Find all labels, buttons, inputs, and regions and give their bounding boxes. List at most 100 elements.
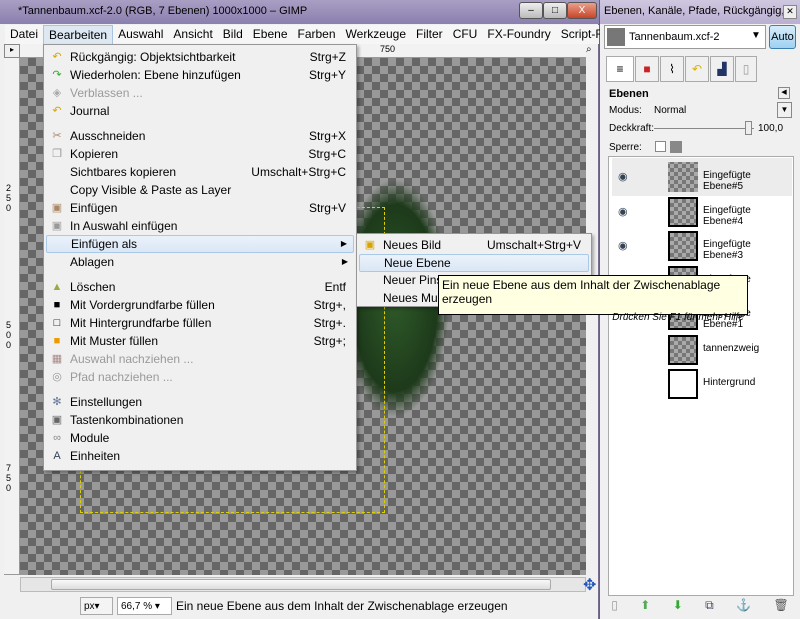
unit-select[interactable]: px▾ (80, 597, 113, 615)
anchor-layer-icon[interactable]: ⚓ (736, 598, 751, 619)
eye-icon[interactable]: ◉ (618, 239, 628, 252)
scrollbar-thumb[interactable] (51, 579, 551, 590)
tab-layers[interactable]: ≡ (606, 56, 634, 82)
layer-row[interactable]: tannenzweig (612, 331, 792, 369)
paths-icon: ⌇ (669, 62, 675, 76)
layer-name[interactable]: Hintergrund (703, 377, 755, 388)
mode-dropdown-button[interactable]: ▼ (777, 102, 792, 118)
auto-button[interactable]: Auto (769, 25, 796, 49)
menu-item-shortcut: Strg+. (313, 316, 346, 330)
menu-item-journal[interactable]: ↶ Journal (46, 102, 354, 120)
menu-item-label: Mit Muster füllen (70, 334, 159, 348)
submenu-item-neues-bild[interactable]: ▣ Neues Bild Umschalt+Strg+V (359, 236, 589, 254)
menu-item-label: Einfügen (70, 201, 118, 215)
menu-datei[interactable]: Datei (5, 25, 43, 44)
layer-name[interactable]: tannenzweig (703, 343, 759, 354)
menu-item-shortcut: Umschalt+Strg+V (486, 238, 581, 252)
tab-channels[interactable]: ■ (635, 56, 659, 82)
layer-name[interactable]: Eingefügte Ebene#4 (703, 205, 792, 227)
submenu-arrow-icon: ▶ (340, 239, 347, 248)
menu-item-mit-hintergrundfarbe-füllen[interactable]: □ Mit Hintergrundfarbe füllen Strg+. (46, 314, 354, 332)
zoom-window-icon[interactable]: ⌕ (586, 44, 598, 58)
opacity-slider-handle[interactable] (745, 121, 752, 135)
layer-name[interactable]: Eingefügte Ebene#3 (703, 239, 792, 261)
horizontal-scrollbar[interactable] (20, 577, 586, 592)
zoom-select[interactable]: 66,7 % ▾ (117, 597, 172, 615)
menu-auswahl[interactable]: Auswahl (113, 25, 168, 44)
edit-menu: ↶ Rückgängig: Objektsichtbarkeit Strg+Z ↷ Wi… (43, 44, 357, 471)
tab-histogram[interactable]: ▟ (710, 56, 734, 82)
panel-menu-button[interactable]: ◀ (778, 87, 790, 99)
menu-item-sichtbares-kopieren[interactable]: Sichtbares kopieren Umschalt+Strg+C (46, 163, 354, 181)
menu-item-rückgängig-objektsichtbarkeit[interactable]: ↶ Rückgängig: Objektsichtbarkeit Strg+Z (46, 48, 354, 66)
menu-item-einfügen[interactable]: ▣ Einfügen Strg+V (46, 199, 354, 217)
opacity-slider[interactable] (654, 128, 754, 129)
menu-fx-foundry[interactable]: FX-Foundry (482, 25, 555, 44)
menu-item-ablagen[interactable]: Ablagen ▶ (46, 253, 354, 271)
new-layer-icon[interactable]: ▯ (611, 598, 618, 619)
layer-row[interactable]: ◉ Eingefügte Ebene#4 (612, 193, 792, 231)
image-select[interactable]: Tannenbaum.xcf-2 ▼ (604, 25, 766, 49)
menu-item-pfad-nachziehen[interactable]: ◎ Pfad nachziehen ... (46, 368, 354, 386)
menu-ebene[interactable]: Ebene (248, 25, 293, 44)
menu-item-einstellungen[interactable]: ✻ Einstellungen (46, 393, 354, 411)
menu-filter[interactable]: Filter (411, 25, 448, 44)
menu-item-löschen[interactable]: ▲ Löschen Entf (46, 278, 354, 296)
layer-row[interactable]: Hintergrund (612, 365, 792, 403)
tab-undo[interactable]: ↶ (685, 56, 709, 82)
menu-item-ausschneiden[interactable]: ✂ Ausschneiden Strg+X (46, 127, 354, 145)
tab-document[interactable]: ▯ (735, 56, 757, 82)
layer-thumbnail (668, 369, 698, 399)
tab-paths[interactable]: ⌇ (660, 56, 684, 82)
menu-item-wiederholen-ebene-hinzufügen[interactable]: ↷ Wiederholen: Ebene hinzufügen Strg+Y (46, 66, 354, 84)
menu-item-kopieren[interactable]: ❐ Kopieren Strg+C (46, 145, 354, 163)
submenu-item-neue-ebene[interactable]: Neue Ebene (359, 253, 589, 272)
menu-item-auswahl-nachziehen[interactable]: ▦ Auswahl nachziehen ... (46, 350, 354, 368)
delete-layer-icon[interactable]: 🗑 (774, 598, 789, 619)
lower-layer-icon[interactable]: ⬇ (673, 598, 683, 619)
image-thumbnail (607, 28, 625, 46)
menu-item-einfügen-als[interactable]: Einfügen als ▶ (46, 235, 354, 253)
redo-icon: ↷ (52, 69, 62, 81)
tooltip-text: Ein neue Ebene aus dem Inhalt der Zwisch… (442, 278, 721, 306)
lock-alpha-icon[interactable] (670, 141, 682, 153)
menu-farben[interactable]: Farben (293, 25, 341, 44)
vertical-ruler[interactable]: 250 500 750 (4, 58, 20, 575)
minimize-button[interactable]: – (519, 2, 543, 19)
lock-pixels-checkbox[interactable] (655, 141, 666, 152)
menu-werkzeuge[interactable]: Werkzeuge (341, 25, 411, 44)
layer-row[interactable]: ◉ Eingefügte Ebene#5 (612, 158, 792, 196)
quick-mask-menu-button[interactable]: ▸ (4, 44, 20, 58)
menu-item-mit-muster-füllen[interactable]: ■ Mit Muster füllen Strg+; (46, 332, 354, 350)
status-bar: px▾ 66,7 % ▾ Ein neue Ebene aus dem Inha… (0, 592, 598, 619)
menu-item-shortcut: Strg+X (308, 129, 346, 143)
menu-item-einheiten[interactable]: A Einheiten (46, 447, 354, 465)
dock-close-button[interactable]: ✕ (783, 5, 797, 19)
eye-icon[interactable]: ◉ (618, 170, 628, 183)
menu-item-verblassen[interactable]: ◈ Verblassen ... (46, 84, 354, 102)
zoom-value: 66,7 % (121, 601, 153, 612)
menu-item-in-auswahl-einfügen[interactable]: ▣ In Auswahl einfügen (46, 217, 354, 235)
raise-layer-icon[interactable]: ⬆ (640, 598, 650, 619)
menu-item-tastenkombinationen[interactable]: ▣ Tastenkombinationen (46, 411, 354, 429)
opacity-label: Deckkraft: (609, 123, 655, 134)
maximize-button[interactable]: □ (543, 2, 567, 19)
menu-item-label: Sichtbares kopieren (70, 165, 177, 179)
menu-item-copy-visible-paste-as-layer[interactable]: Copy Visible & Paste as Layer (46, 181, 354, 199)
menu-cfu[interactable]: CFU (448, 25, 483, 44)
opacity-value[interactable]: 100,0 (758, 123, 783, 134)
layer-name[interactable]: Eingefügte Ebene#5 (703, 170, 792, 192)
menu-item-shortcut: Entf (324, 280, 346, 294)
menu-bearbeiten[interactable]: Bearbeiten (43, 25, 114, 44)
menu-bild[interactable]: Bild (218, 25, 248, 44)
close-button[interactable]: X (567, 2, 597, 19)
menu-item-mit-vordergrundfarbe-füllen[interactable]: ■ Mit Vordergrundfarbe füllen Strg+, (46, 296, 354, 314)
menu-item-module[interactable]: ∞ Module (46, 429, 354, 447)
layer-thumbnail (668, 162, 698, 192)
menu-ansicht[interactable]: Ansicht (168, 25, 217, 44)
mode-select[interactable]: Normal (654, 105, 686, 116)
eye-icon[interactable]: ◉ (618, 205, 628, 218)
layer-row[interactable]: ◉ Eingefügte Ebene#3 (612, 227, 792, 265)
duplicate-layer-icon[interactable]: ⧉ (705, 598, 714, 619)
layer-thumbnail (668, 231, 698, 261)
